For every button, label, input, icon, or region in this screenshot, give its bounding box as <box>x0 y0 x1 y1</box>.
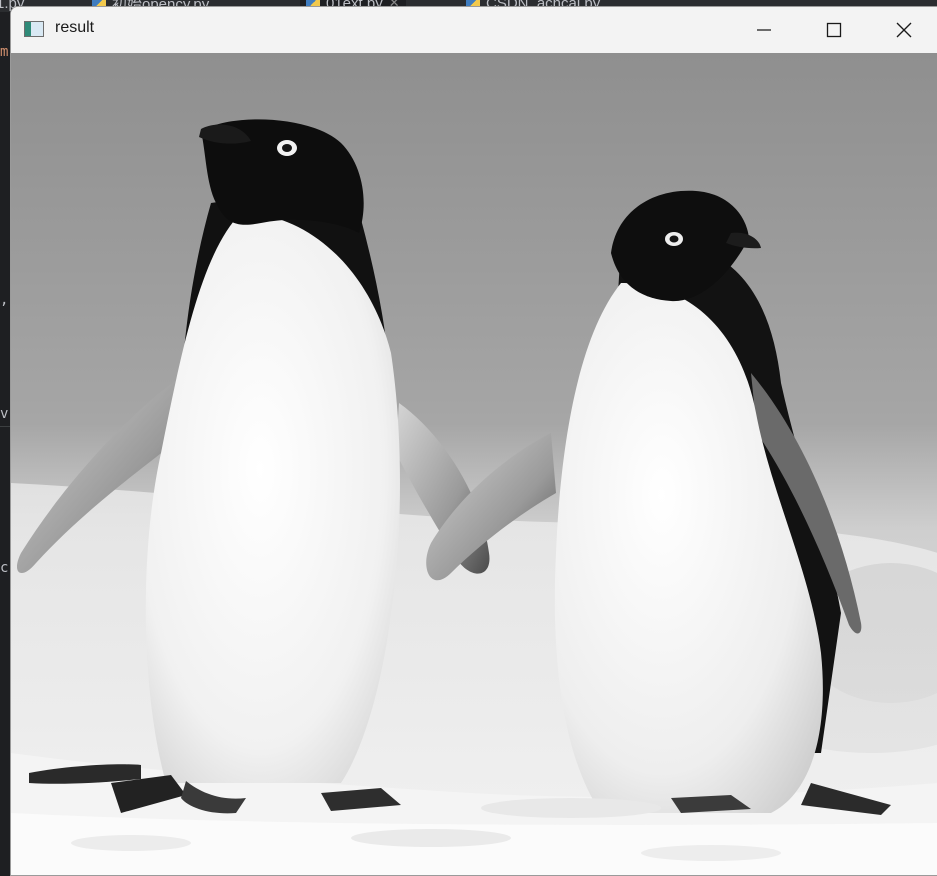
maximize-button[interactable] <box>799 7 869 53</box>
minimize-icon <box>757 29 771 31</box>
editor-fragment: m <box>0 44 9 60</box>
ide-editor-gutter: m , v c <box>0 12 10 876</box>
title-bar[interactable]: result <box>11 7 937 53</box>
penguins-image <box>11 53 937 875</box>
image-canvas[interactable] <box>11 53 937 875</box>
close-button[interactable] <box>869 7 937 53</box>
result-window: result <box>10 6 937 876</box>
minimize-button[interactable] <box>729 7 799 53</box>
app-window-icon <box>24 21 44 37</box>
editor-divider <box>0 426 10 427</box>
close-icon <box>896 22 912 38</box>
editor-fragment: , <box>0 292 9 308</box>
window-title: result <box>55 19 95 36</box>
editor-fragment: c <box>0 560 9 576</box>
editor-fragment: v <box>0 406 9 422</box>
maximize-icon <box>826 22 842 38</box>
